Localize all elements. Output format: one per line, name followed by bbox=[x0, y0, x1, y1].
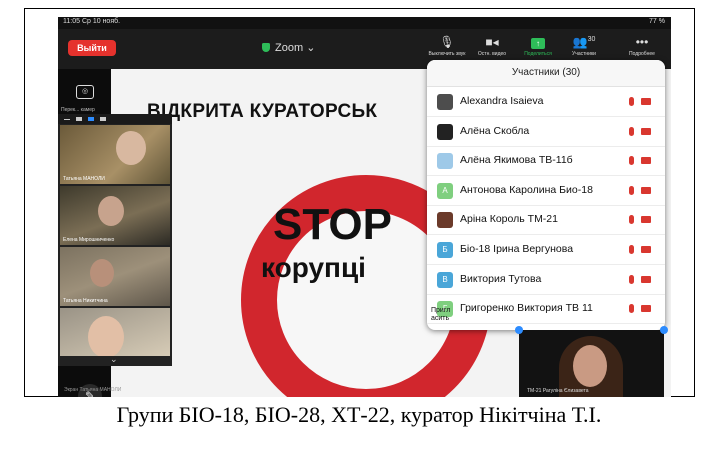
switch-camera-label: Перек... камер bbox=[61, 107, 95, 113]
muted-microphone-icon bbox=[629, 126, 634, 136]
participant-name: Alexandra Isaieva bbox=[460, 95, 544, 107]
muted-microphone-icon bbox=[629, 156, 634, 166]
participants-label: Участники bbox=[572, 51, 596, 57]
slide-stop-word: STOP bbox=[273, 200, 393, 249]
participants-count: 30 bbox=[587, 36, 596, 43]
participant-name: Григоренко Виктория ТВ 11 bbox=[460, 302, 593, 315]
chevron-down-icon[interactable]: ⌄ bbox=[110, 354, 118, 365]
participant-avatar: Б bbox=[437, 242, 453, 258]
participant-name: Виктория Тутова bbox=[460, 272, 542, 285]
participant-avatar bbox=[437, 123, 453, 140]
video-tile[interactable]: Елена Мирошниченко bbox=[60, 186, 170, 245]
video-off-icon bbox=[641, 275, 651, 283]
participant-name: Біо-18 Ірина Вергунова bbox=[460, 243, 574, 255]
participants-panel: Участники (30) Alexandra Isaieva Алёна Ск… bbox=[427, 60, 665, 330]
participant-face bbox=[116, 131, 146, 165]
muted-microphone-icon bbox=[629, 185, 634, 195]
shield-icon bbox=[262, 43, 270, 52]
video-off-icon bbox=[641, 216, 651, 224]
share-label: Поделиться bbox=[524, 51, 552, 57]
video-tile-name: Татьяна МАНОЛИ bbox=[63, 176, 105, 182]
leave-button[interactable]: Выйти bbox=[68, 40, 116, 56]
slide-sub-word: корупці bbox=[261, 252, 366, 283]
gallery-icon[interactable] bbox=[88, 117, 94, 121]
video-tile[interactable]: Татьяна Никитчина bbox=[60, 247, 170, 306]
own-view-label: Экран Татьяна МАНОЛИ bbox=[64, 387, 122, 393]
muted-microphone-icon bbox=[629, 97, 634, 106]
video-off-icon bbox=[641, 186, 651, 194]
strip-view-icon[interactable] bbox=[76, 117, 82, 121]
participant-name: Алёна Якимова ТВ-11б bbox=[460, 154, 573, 167]
video-tile-name: Елена Мирошниченко bbox=[63, 237, 115, 243]
video-tile[interactable] bbox=[60, 308, 170, 356]
invite-button[interactable]: Пригл асить bbox=[431, 307, 450, 323]
resize-handle-icon[interactable] bbox=[660, 326, 668, 334]
avatar-initial: В bbox=[442, 274, 448, 284]
participant-face bbox=[98, 196, 124, 226]
strip-controls[interactable] bbox=[58, 114, 172, 124]
video-off-icon bbox=[641, 127, 651, 135]
participant-avatar: В bbox=[437, 271, 453, 288]
microphone-icon: 🎙 bbox=[439, 35, 455, 49]
muted-microphone-icon bbox=[629, 215, 634, 225]
participant-row[interactable]: Алёна Якимова ТВ-11б bbox=[427, 146, 665, 177]
grid-icon[interactable] bbox=[100, 117, 106, 121]
participants-panel-title: Участники (30) bbox=[427, 60, 665, 87]
participants-icon: 👥 bbox=[572, 35, 588, 49]
participant-avatar: А bbox=[437, 182, 453, 199]
participant-row[interactable]: Б Біо-18 Ірина Вергунова bbox=[427, 235, 665, 265]
participant-face bbox=[573, 345, 607, 387]
chevron-down-icon: ⌄ bbox=[306, 42, 316, 54]
participant-row[interactable]: Г Григоренко Виктория ТВ 11 bbox=[427, 294, 665, 325]
participant-name: Аріна Король ТМ-21 bbox=[460, 213, 558, 226]
avatar-initial: Б bbox=[442, 245, 448, 254]
participant-row[interactable]: Аріна Король ТМ-21 bbox=[427, 205, 665, 236]
status-battery: 77 % bbox=[649, 18, 665, 25]
video-off-icon bbox=[641, 157, 651, 165]
participant-avatar bbox=[437, 153, 453, 170]
zoom-title[interactable]: Zoom ⌄ bbox=[262, 40, 315, 56]
avatar-initial: А bbox=[442, 185, 448, 195]
muted-microphone-icon bbox=[629, 304, 634, 314]
video-off-icon bbox=[641, 305, 651, 313]
muted-microphone-icon bbox=[629, 245, 634, 254]
figure-caption: Групи БІО-18, БІО-28, ХТ-22, куратор Нік… bbox=[116, 402, 602, 427]
more-label: Подробнее bbox=[629, 51, 655, 57]
video-strip: Татьяна МАНОЛИ Елена Мирошниченко Татьян… bbox=[58, 114, 172, 366]
participant-face bbox=[88, 316, 124, 356]
participant-row[interactable]: Алёна Скобла bbox=[427, 117, 665, 147]
switch-camera-icon[interactable]: ◎ bbox=[76, 85, 94, 99]
mute-label: Выключить звук bbox=[428, 51, 466, 57]
video-off-icon bbox=[641, 246, 651, 253]
zoom-screenshot: 11:05 Ср 10 нояб. 77 % Выйти Zoom ⌄ 🎙 Вы… bbox=[58, 17, 671, 397]
video-label: Остн. видео bbox=[477, 51, 507, 57]
more-icon: ••• bbox=[635, 35, 649, 49]
participant-avatar bbox=[437, 212, 453, 229]
video-tile-name: Татьяна Никитчина bbox=[63, 298, 108, 304]
video-off-icon bbox=[641, 98, 651, 105]
muted-microphone-icon bbox=[629, 274, 634, 284]
video-tile[interactable]: Татьяна МАНОЛИ bbox=[60, 125, 170, 184]
status-bar: 11:05 Ср 10 нояб. 77 % bbox=[58, 17, 671, 29]
participant-name: Антонова Каролина Био-18 bbox=[460, 183, 593, 196]
slide-heading: ВІДКРИТА КУРАТОРСЬК bbox=[147, 101, 378, 122]
app-name: Zoom bbox=[275, 42, 304, 54]
pip-name: ТМ-21 Рагуліна Єлизавета bbox=[527, 388, 589, 394]
participant-name: Алёна Скобла bbox=[460, 124, 530, 137]
share-icon: ↑ bbox=[515, 33, 561, 51]
video-camera-icon: ■◂ bbox=[485, 35, 499, 49]
participant-row[interactable]: В Виктория Тутова bbox=[427, 265, 665, 295]
minimize-icon[interactable] bbox=[64, 119, 70, 120]
resize-handle-icon[interactable] bbox=[515, 326, 523, 334]
participant-row[interactable]: А Антонова Каролина Био-18 bbox=[427, 176, 665, 206]
participant-face bbox=[90, 259, 114, 287]
self-video-thumbnail[interactable]: ТМ-21 Рагуліна Єлизавета bbox=[515, 326, 668, 397]
participant-row[interactable]: Alexandra Isaieva bbox=[427, 87, 665, 117]
participant-avatar bbox=[437, 94, 453, 110]
status-time: 11:05 Ср 10 нояб. bbox=[63, 18, 121, 25]
